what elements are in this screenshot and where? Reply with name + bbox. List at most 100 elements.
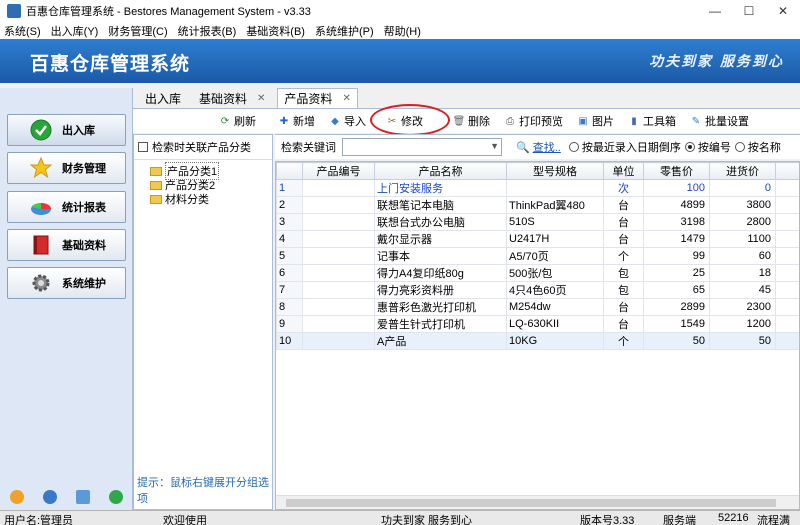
table-cell: 45 (709, 281, 776, 299)
table-row[interactable]: 1 上门安装服务 次 100 0 (276, 179, 799, 197)
refresh-label: 刷新 (234, 116, 256, 128)
table-cell: A产品 (374, 332, 507, 350)
minimize-button[interactable]: — (698, 0, 732, 22)
table-cell: 50 (709, 332, 776, 350)
app-icon (7, 4, 21, 18)
checkbox[interactable] (138, 142, 148, 152)
table-cell: 60 (709, 247, 776, 265)
radio-dot (734, 142, 745, 152)
table-row[interactable]: 7 得力亮彩资料册 4只4色60页包 65 45 (276, 281, 799, 299)
table-cell: 1 (276, 179, 303, 197)
print-preview-button[interactable]: ⎙ 打印预览 (504, 113, 563, 129)
tab-label: 基础资料 (199, 91, 248, 106)
horizontal-scrollbar[interactable] (276, 495, 799, 509)
table-cell: 1549 (643, 315, 710, 333)
sort-by-name-radio[interactable]: 按名称 (734, 139, 781, 155)
nav-inout-button[interactable]: 出入库 (7, 114, 126, 146)
calendar-icon[interactable] (76, 490, 91, 504)
column-header[interactable]: 单位 (603, 162, 644, 180)
folder-icon (150, 180, 162, 190)
nav-maintenance-button[interactable]: 系统维护 (7, 267, 126, 299)
folder-icon (150, 166, 162, 176)
refresh-button[interactable]: ⟳ 刷新 (219, 113, 256, 129)
table-cell: 次 (603, 179, 644, 197)
tab-close-icon[interactable]: ✕ (257, 93, 265, 104)
tab-basic-data[interactable]: 基础资料 ✕ (193, 88, 271, 108)
table-cell: 4只4色60页 (506, 281, 604, 299)
image-button[interactable]: ▣ 图片 (577, 113, 614, 129)
column-header[interactable] (276, 162, 303, 180)
table-cell (775, 264, 799, 282)
menu-reports[interactable]: 统计报表(B) (178, 23, 237, 39)
table-cell (302, 298, 375, 316)
print-label: 打印预览 (519, 116, 563, 128)
column-header[interactable]: 型号规格 (506, 162, 604, 180)
batch-settings-button[interactable]: ✎ 批量设置 (690, 113, 749, 129)
table-row[interactable]: 8 惠普彩色激光打印机 M254dw 台 2899 2300 (276, 298, 799, 316)
link-category-checkbox[interactable]: 检索时关联产品分类 (134, 135, 272, 160)
table-cell: 10KG (506, 332, 604, 350)
delete-button[interactable]: 🗑 删除 (453, 113, 490, 129)
table-row[interactable]: 6 得力A4复印纸80g 500张/包包 25 18 (276, 264, 799, 282)
find-link[interactable]: 查找.. (533, 139, 561, 155)
table-cell: 2 (276, 196, 303, 214)
tree-item[interactable]: 材料分类 (134, 192, 272, 206)
sort-by-code-radio[interactable]: 按编号 (684, 139, 731, 155)
tab-close-icon[interactable]: ✕ (342, 93, 350, 104)
column-header[interactable]: 服 (775, 162, 799, 180)
column-header[interactable]: 产品编号 (302, 162, 375, 180)
table-cell: 台 (603, 213, 644, 231)
column-header[interactable]: 产品名称 (374, 162, 507, 180)
scroll-thumb[interactable] (286, 499, 776, 507)
table-cell: 惠普彩色激光打印机 (374, 298, 507, 316)
tree-item[interactable]: 产品分类1 (134, 162, 272, 180)
table-cell (775, 196, 799, 214)
toolbox-button[interactable]: ▮ 工具箱 (628, 113, 676, 129)
search-input[interactable]: ▼ (342, 138, 502, 156)
plus-icon: ✚ (279, 115, 289, 127)
table-cell: 1100 (709, 230, 776, 248)
menu-inout[interactable]: 出入库(Y) (51, 23, 99, 39)
clock-icon[interactable] (42, 490, 57, 504)
table-cell: 50 (643, 332, 710, 350)
tab-inout[interactable]: 出入库 (139, 88, 187, 108)
status-bar: 用户名:管理员 欢迎使用 功夫到家 服务到心 版本号3.33 服务端 52216… (0, 510, 800, 525)
table-row[interactable]: 9 爱普生针式打印机 LQ-630KII 台 1549 1200 (276, 315, 799, 333)
menu-finance[interactable]: 财务管理(C) (108, 23, 167, 39)
table-row[interactable]: 4 戴尔显示器 U2417H 台 1479 1100 (276, 230, 799, 248)
table-row[interactable]: 2 联想笔记本电脑 ThinkPad翼480 台 4899 3800 (276, 196, 799, 214)
pie-chart-icon (30, 196, 52, 218)
checkbox-label: 检索时关联产品分类 (152, 142, 251, 154)
chevron-down-icon[interactable]: ▼ (490, 141, 499, 151)
close-button[interactable]: ✕ (766, 0, 800, 22)
toolbox-label: 工具箱 (643, 116, 676, 128)
sort-by-date-radio[interactable]: 按最近录入日期倒序 (568, 139, 681, 155)
table-cell: 510S (506, 213, 604, 231)
column-header[interactable]: 零售价 (643, 162, 710, 180)
maximize-button[interactable]: ☐ (732, 0, 766, 22)
menu-help[interactable]: 帮助(H) (384, 23, 421, 39)
nav-finance-button[interactable]: 财务管理 (7, 152, 126, 184)
table-row[interactable]: 5 记事本 A5/70页个 99 60 (276, 247, 799, 265)
table-row[interactable]: 3 联想台式办公电脑 510S 台 3198 2800 (276, 213, 799, 231)
menu-system[interactable]: 系统(S) (4, 23, 41, 39)
tab-product-data[interactable]: 产品资料 ✕ (277, 88, 358, 108)
nav-basic-data-button[interactable]: 基础资料 (7, 229, 126, 261)
tree-item[interactable]: 产品分类2 (134, 178, 272, 192)
add-button[interactable]: ✚ 新增 (278, 113, 315, 129)
nav-label: 基础资料 (62, 240, 106, 252)
column-header[interactable]: 进货价 (709, 162, 776, 180)
table-cell: 3800 (709, 196, 776, 214)
table-cell (302, 230, 375, 248)
menu-maintenance[interactable]: 系统维护(P) (315, 23, 374, 39)
import-button[interactable]: ◆ 导入 (329, 113, 366, 129)
alert-icon[interactable] (9, 490, 24, 504)
tab-strip: 出入库 基础资料 ✕ 产品资料 ✕ (133, 88, 800, 108)
nav-reports-button[interactable]: 统计报表 (7, 191, 126, 223)
add-circle-icon[interactable] (109, 490, 124, 504)
menu-basic-data[interactable]: 基础资料(B) (246, 23, 305, 39)
radio-label: 按编号 (697, 142, 731, 154)
table-cell: 3198 (643, 213, 710, 231)
table-row[interactable]: 10 A产品 10KG 个 50 50 (276, 332, 799, 350)
product-grid: 产品编号产品名称型号规格单位零售价进货价服 1 上门安装服务 次1000 2 联想笔记本… (275, 161, 800, 510)
